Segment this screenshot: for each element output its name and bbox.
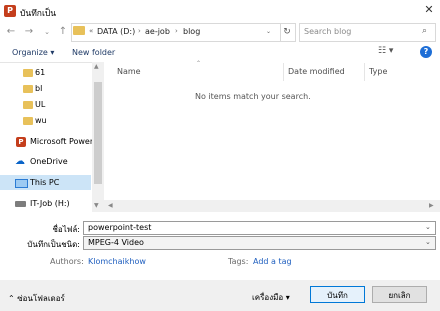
chevron-down-icon: ▾ [285,293,290,302]
hide-folders-toggle[interactable]: ⌃ ซ่อนโฟลเดอร์ [8,292,65,305]
refresh-icon[interactable]: ↻ [279,23,296,42]
back-arrow-icon[interactable]: ← [4,25,18,39]
breadcrumb-segment[interactable]: blog [183,27,200,36]
sort-ascending-icon: ⌃ [196,60,202,67]
sidebar-item-61[interactable]: 61 [35,68,45,77]
address-overflow[interactable]: « [89,27,93,35]
folder-icon [73,26,85,35]
folder-icon [23,117,33,125]
title-bar [0,0,440,23]
filetype-dropdown-icon[interactable]: ⌄ [425,238,431,246]
close-icon[interactable]: ✕ [422,3,436,17]
hide-folders-label: ซ่อนโฟลเดอร์ [17,294,65,303]
powerpoint-icon: P [16,137,26,147]
sidebar-scroll-thumb[interactable] [94,82,102,184]
scroll-down-icon[interactable]: ▼ [94,202,99,209]
filetype-label: บันทึกเป็นชนิด: [27,240,80,249]
folder-icon [23,69,33,77]
breadcrumb-segment[interactable]: ae-job [145,27,170,36]
folder-icon [23,101,33,109]
forward-arrow-icon[interactable]: → [22,25,36,39]
column-header-type[interactable]: Type [369,67,387,76]
recent-locations-chevron-icon[interactable]: ⌄ [40,25,54,39]
sidebar-item-it-job[interactable]: IT-Job (H:) [30,199,70,208]
window-title: บันทึกเป็น [20,9,57,19]
sidebar-item-wu[interactable]: wu [35,116,47,125]
computer-icon [15,179,28,188]
new-folder-button[interactable]: New folder [72,48,115,57]
horizontal-scrollbar[interactable] [104,200,440,212]
column-divider[interactable] [283,63,284,81]
chevron-up-icon: ⌃ [8,294,15,303]
up-arrow-icon[interactable]: ↑ [56,25,70,39]
sidebar-item-this-pc[interactable]: This PC [30,178,59,187]
column-header-name[interactable]: Name [117,67,141,76]
filename-value[interactable]: powerpoint-test [88,223,151,232]
tools-label: เครื่องมือ [252,293,284,302]
tags-label: Tags: [228,257,249,266]
authors-label: Authors: [50,257,84,266]
help-icon[interactable]: ? [420,46,432,58]
breadcrumb-separator[interactable]: › [138,27,141,35]
column-header-date-modified[interactable]: Date modified [288,67,345,76]
breadcrumb-separator[interactable]: › [175,27,178,35]
add-tag-link[interactable]: Add a tag [253,257,292,266]
organize-button[interactable]: Organize ▾ [12,48,54,57]
search-placeholder: Search blog [304,27,352,36]
save-button[interactable]: บันทึก [310,286,365,303]
scroll-left-icon[interactable]: ◀ [108,202,113,209]
authors-value[interactable]: Klomchaikhow [88,257,146,266]
sidebar-item-microsoft-powerpoint[interactable]: Microsoft PowerP [30,137,98,146]
sidebar-item-bl[interactable]: bl [35,84,42,93]
cloud-icon: ☁ [15,156,25,167]
search-icon[interactable]: ⌕ [422,26,427,36]
scroll-right-icon[interactable]: ▶ [429,202,434,209]
tools-dropdown[interactable]: เครื่องมือ ▾ [252,291,290,304]
breadcrumb-segment[interactable]: DATA (D:) [97,27,135,36]
folder-icon [23,85,33,93]
empty-list-message: No items match your search. [195,92,311,101]
scroll-up-icon[interactable]: ▲ [94,63,99,70]
network-drive-icon [15,201,26,207]
powerpoint-app-icon: P [4,5,16,17]
sidebar-item-onedrive[interactable]: OneDrive [30,157,68,166]
cancel-button[interactable]: ยกเลิก [372,286,427,303]
view-options-icon[interactable]: ☷ ▾ [378,46,393,56]
filetype-value[interactable]: MPEG-4 Video [88,238,144,247]
address-dropdown-icon[interactable]: ⌄ [266,28,271,35]
filename-dropdown-icon[interactable]: ⌄ [425,223,431,231]
column-divider[interactable] [364,63,365,81]
filename-label: ชื่อไฟล์: [52,225,80,234]
sidebar-item-ul[interactable]: UL [35,100,45,109]
